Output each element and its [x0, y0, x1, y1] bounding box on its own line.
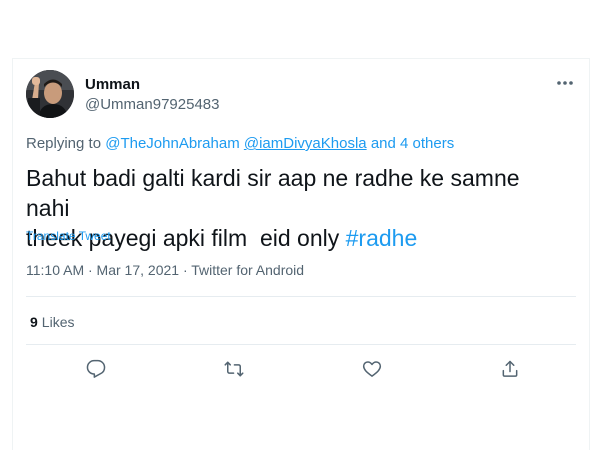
reply-icon	[86, 359, 106, 378]
translate-tweet-link[interactable]: Translate Tweet	[26, 229, 111, 243]
heart-icon	[362, 361, 382, 377]
retweet-button[interactable]	[220, 355, 248, 383]
reply-button[interactable]	[82, 355, 110, 383]
retweet-icon	[224, 361, 244, 377]
like-button[interactable]	[358, 355, 386, 383]
share-button[interactable]	[496, 355, 524, 383]
divider	[26, 296, 576, 297]
tweet-timestamp[interactable]: 11:10 AM · Mar 17, 2021 · Twitter for An…	[26, 262, 304, 278]
others-link[interactable]: and 4 others	[371, 135, 454, 152]
page: Umman @Umman97925483 Replying to @TheJoh…	[0, 0, 600, 450]
likes-stat[interactable]: 9 Likes	[30, 314, 74, 330]
more-button[interactable]	[553, 73, 577, 93]
replying-prefix: Replying to	[26, 135, 102, 152]
more-icon	[557, 81, 573, 85]
likes-count: 9	[30, 314, 38, 330]
divider	[26, 344, 576, 345]
hashtag-link[interactable]: #radhe	[346, 225, 418, 251]
action-bar	[13, 355, 589, 383]
avatar-image	[26, 70, 74, 118]
likes-label: Likes	[41, 314, 75, 330]
user-handle[interactable]: @Umman97925483	[85, 96, 219, 113]
tweet-card: Umman @Umman97925483 Replying to @TheJoh…	[12, 58, 590, 450]
mention-link[interactable]: @TheJohnAbraham	[105, 135, 239, 152]
avatar[interactable]	[26, 70, 74, 118]
share-icon	[502, 360, 518, 377]
display-name[interactable]: Umman	[85, 76, 140, 93]
replying-to-line: Replying to @TheJohnAbraham @iamDivyaKho…	[26, 135, 454, 152]
mention-link[interactable]: @iamDivyaKhosla	[244, 135, 367, 152]
